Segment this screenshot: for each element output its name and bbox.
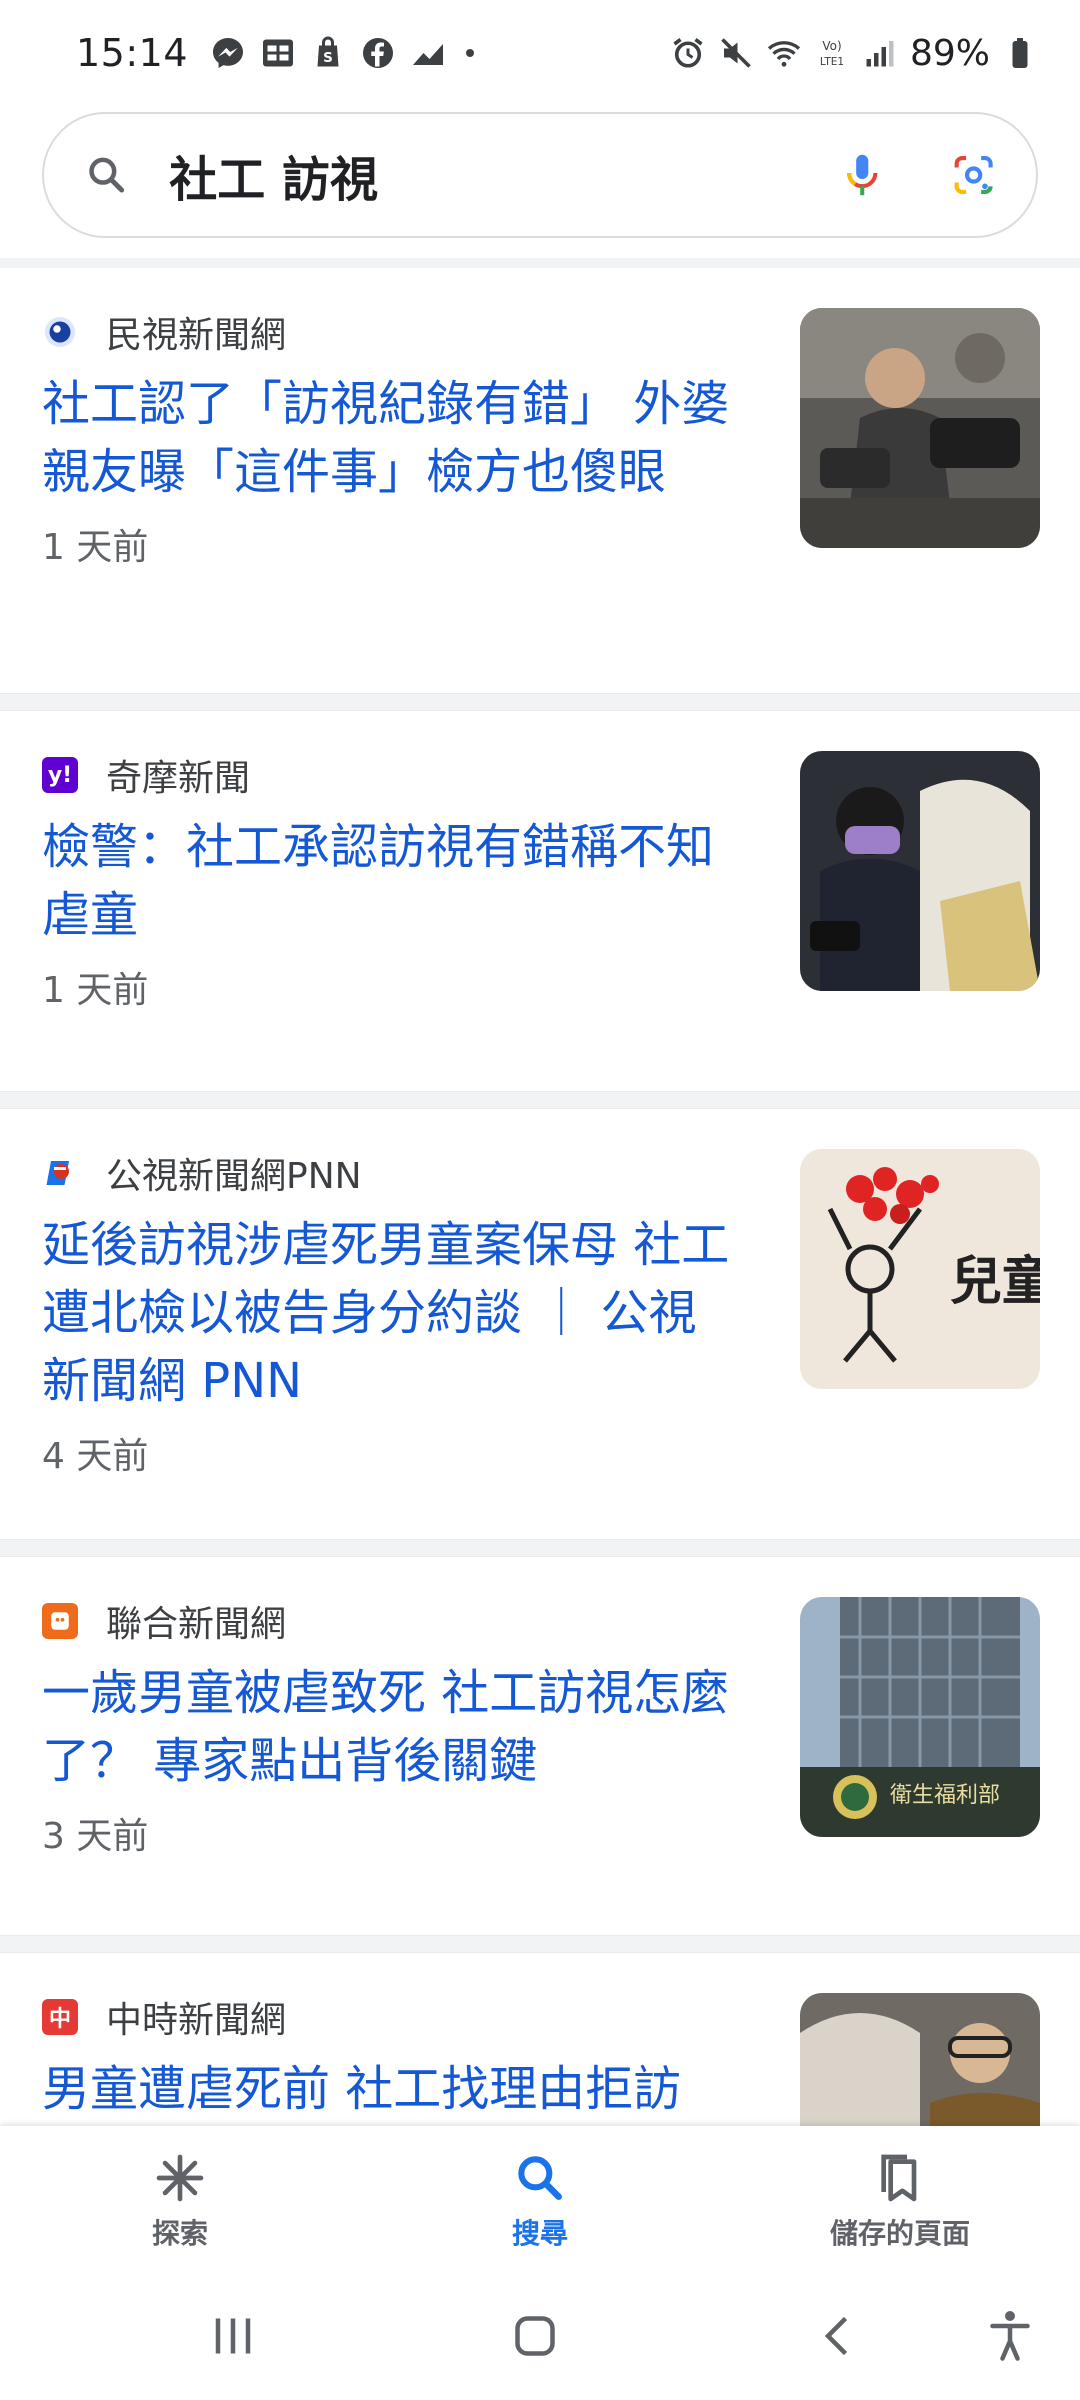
- search-bar[interactable]: [42, 112, 1038, 238]
- card-separator: [0, 693, 1080, 711]
- status-time: 15:14: [76, 31, 189, 75]
- mute-icon: [718, 35, 754, 71]
- recents-button[interactable]: [203, 2306, 263, 2366]
- chinatimes-news-favicon-icon: 中: [42, 1999, 78, 2035]
- news-source-name: 民視新聞網: [106, 315, 287, 356]
- signal-icon: [862, 35, 898, 71]
- news-card-text: 公視新聞網PNN 延後訪視涉虐死男童案保母 社工遭北檢以被告身分約談 ｜ 公視新…: [42, 1149, 742, 1479]
- status-bar: 15:14 S Vo) LTE1 89%: [0, 0, 1080, 106]
- news-thumbnail-image[interactable]: [800, 751, 1040, 991]
- news-source-row: 中 中時新聞網: [42, 1993, 742, 2041]
- home-button[interactable]: [505, 2306, 565, 2366]
- nav-saved-label: 儲存的頁面: [829, 2217, 970, 2250]
- wifi-icon: [766, 35, 802, 71]
- nav-search-tab[interactable]: 搜尋: [360, 2126, 720, 2276]
- top-divider: [0, 258, 1080, 268]
- recents-icon: [215, 2318, 251, 2354]
- alarm-icon: [670, 35, 706, 71]
- accessibility-button[interactable]: [980, 2306, 1040, 2366]
- news-source-row: y! 奇摩新聞: [42, 751, 742, 799]
- news-time: 4 天前: [42, 1436, 149, 1477]
- news-source-row: 公視新聞網PNN: [42, 1149, 742, 1197]
- news-headline-link[interactable]: 社工認了「訪視紀錄有錯」 外婆親友曝「這件事」檢方也傻眼: [42, 370, 742, 506]
- home-icon: [515, 2316, 555, 2356]
- battery-percentage: 89%: [909, 32, 990, 74]
- bottom-navigation-bar: 探索 搜尋 儲存的頁面: [0, 2126, 1080, 2276]
- card-separator: [0, 1539, 1080, 1557]
- news-thumbnail-image[interactable]: 兒童: [800, 1149, 1040, 1389]
- udn-news-favicon-icon: [42, 1603, 78, 1639]
- nav-saved-tab[interactable]: 儲存的頁面: [720, 2126, 1080, 2276]
- news-time: 1 天前: [42, 527, 149, 568]
- news-card-text: 民視新聞網 社工認了「訪視紀錄有錯」 外婆親友曝「這件事」檢方也傻眼 1 天前: [42, 308, 742, 570]
- news-card-text: y! 奇摩新聞 檢警：社工承認訪視有錯稱不知虐童 1 天前: [42, 751, 742, 1013]
- voice-search-mic-icon[interactable]: [838, 145, 886, 205]
- back-chevron-icon: [824, 2316, 848, 2356]
- news-time: 1 天前: [42, 970, 149, 1011]
- ftv-news-favicon-icon: [42, 314, 78, 350]
- chart-icon: [410, 35, 446, 71]
- news-headline-link[interactable]: 延後訪視涉虐死男童案保母 社工遭北檢以被告身分約談 ｜ 公視新聞網 PNN: [42, 1211, 742, 1415]
- news-time: 3 天前: [42, 1816, 149, 1857]
- news-card[interactable]: 聯合新聞網 一歲男童被虐致死 社工訪視怎麼了？ 專家點出背後關鍵 3 天前 衛生…: [0, 1557, 1080, 1935]
- pts-news-favicon-icon: [42, 1155, 78, 1191]
- volte-icon: Vo) LTE1: [814, 35, 850, 71]
- news-card-text: 聯合新聞網 一歲男童被虐致死 社工訪視怎麼了？ 專家點出背後關鍵 3 天前: [42, 1597, 742, 1859]
- back-button[interactable]: [808, 2306, 868, 2366]
- svg-text:LTE1: LTE1: [820, 56, 844, 68]
- svg-text:Vo): Vo): [822, 39, 841, 53]
- status-left: 15:14 S: [76, 31, 475, 75]
- news-card[interactable]: 民視新聞網 社工認了「訪視紀錄有錯」 外婆親友曝「這件事」檢方也傻眼 1 天前: [0, 268, 1080, 693]
- nav-search-label: 搜尋: [511, 2217, 568, 2250]
- status-right: Vo) LTE1 89%: [670, 33, 1038, 74]
- news-source-name: 聯合新聞網: [106, 1604, 287, 1645]
- news-source-name: 中時新聞網: [106, 2000, 287, 2041]
- news-source-row: 民視新聞網: [42, 308, 742, 356]
- news-source-name: 公視新聞網PNN: [106, 1156, 362, 1197]
- news-headline-link[interactable]: 一歲男童被虐致死 社工訪視怎麼了？ 專家點出背後關鍵: [42, 1659, 742, 1795]
- asterisk-icon: [156, 2154, 204, 2202]
- news-headline-link[interactable]: 檢警：社工承認訪視有錯稱不知虐童: [42, 813, 742, 949]
- messenger-icon: [210, 35, 246, 71]
- search-icon: [89, 157, 125, 193]
- card-separator: [0, 1091, 1080, 1109]
- mi-icon: [260, 35, 296, 71]
- search-icon: [518, 2156, 562, 2200]
- more-notifications-dot: [466, 49, 475, 57]
- news-thumbnail-image[interactable]: 衛生福利部: [800, 1597, 1040, 1837]
- svg-text:兒童: 兒童: [950, 1251, 1040, 1312]
- nav-discover-tab[interactable]: 探索: [0, 2126, 360, 2276]
- accessibility-icon: [990, 2311, 1030, 2361]
- news-thumbnail-image[interactable]: [800, 308, 1040, 548]
- yahoo-news-favicon-icon: y!: [42, 757, 78, 793]
- card-separator: [0, 1935, 1080, 1953]
- svg-text:S: S: [323, 50, 333, 66]
- news-card[interactable]: y! 奇摩新聞 檢警：社工承認訪視有錯稱不知虐童 1 天前: [0, 711, 1080, 1091]
- search-input[interactable]: [169, 147, 839, 203]
- system-navigation-bar: [0, 2276, 1080, 2400]
- news-source-name: 奇摩新聞: [106, 758, 251, 799]
- news-results-list: 民視新聞網 社工認了「訪視紀錄有錯」 外婆親友曝「這件事」檢方也傻眼 1 天前 …: [0, 268, 1080, 2373]
- battery-icon: [1002, 35, 1038, 71]
- news-card[interactable]: 公視新聞網PNN 延後訪視涉虐死男童案保母 社工遭北檢以被告身分約談 ｜ 公視新…: [0, 1109, 1080, 1539]
- svg-text:衛生福利部: 衛生福利部: [890, 1783, 1000, 1808]
- google-lens-icon[interactable]: [951, 147, 996, 203]
- shopping-bag-icon: S: [310, 35, 346, 71]
- facebook-icon: [360, 35, 396, 71]
- news-source-row: 聯合新聞網: [42, 1597, 742, 1645]
- bookmarks-icon: [881, 2154, 917, 2202]
- nav-discover-label: 探索: [151, 2217, 208, 2250]
